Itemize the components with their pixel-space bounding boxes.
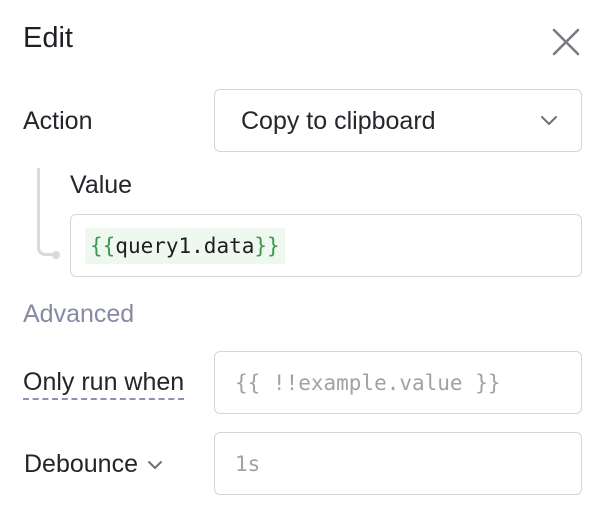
only-run-when-label: Only run when bbox=[23, 368, 185, 400]
debounce-label: Debounce bbox=[24, 450, 138, 478]
debounce-input[interactable]: 1s bbox=[214, 432, 582, 495]
action-select-value: Copy to clipboard bbox=[241, 107, 436, 135]
action-label: Action bbox=[23, 107, 93, 135]
debounce-toggle[interactable]: Debounce bbox=[24, 450, 164, 479]
template-open-brace: {{ bbox=[90, 234, 116, 258]
advanced-section-heading: Advanced bbox=[23, 300, 135, 328]
value-template-expression: {{query1.data}} bbox=[85, 228, 285, 264]
value-input[interactable]: {{query1.data}} bbox=[70, 214, 582, 277]
only-run-when-input[interactable]: {{ !!example.value }} bbox=[214, 351, 582, 414]
debounce-placeholder: 1s bbox=[235, 452, 261, 476]
nesting-connector bbox=[37, 168, 55, 256]
only-run-when-placeholder: {{ !!example.value }} bbox=[235, 371, 501, 395]
action-select[interactable]: Copy to clipboard bbox=[214, 89, 582, 152]
panel-title: Edit bbox=[23, 22, 73, 54]
close-icon[interactable] bbox=[548, 24, 584, 60]
nesting-connector-dot bbox=[52, 251, 60, 259]
value-label: Value bbox=[70, 171, 133, 199]
template-expression: query1.data bbox=[115, 234, 255, 258]
chevron-down-icon bbox=[541, 116, 557, 125]
chevron-down-icon bbox=[147, 461, 162, 470]
template-close-brace: }} bbox=[254, 234, 280, 258]
only-run-when-label-text: Only run when bbox=[23, 368, 185, 400]
